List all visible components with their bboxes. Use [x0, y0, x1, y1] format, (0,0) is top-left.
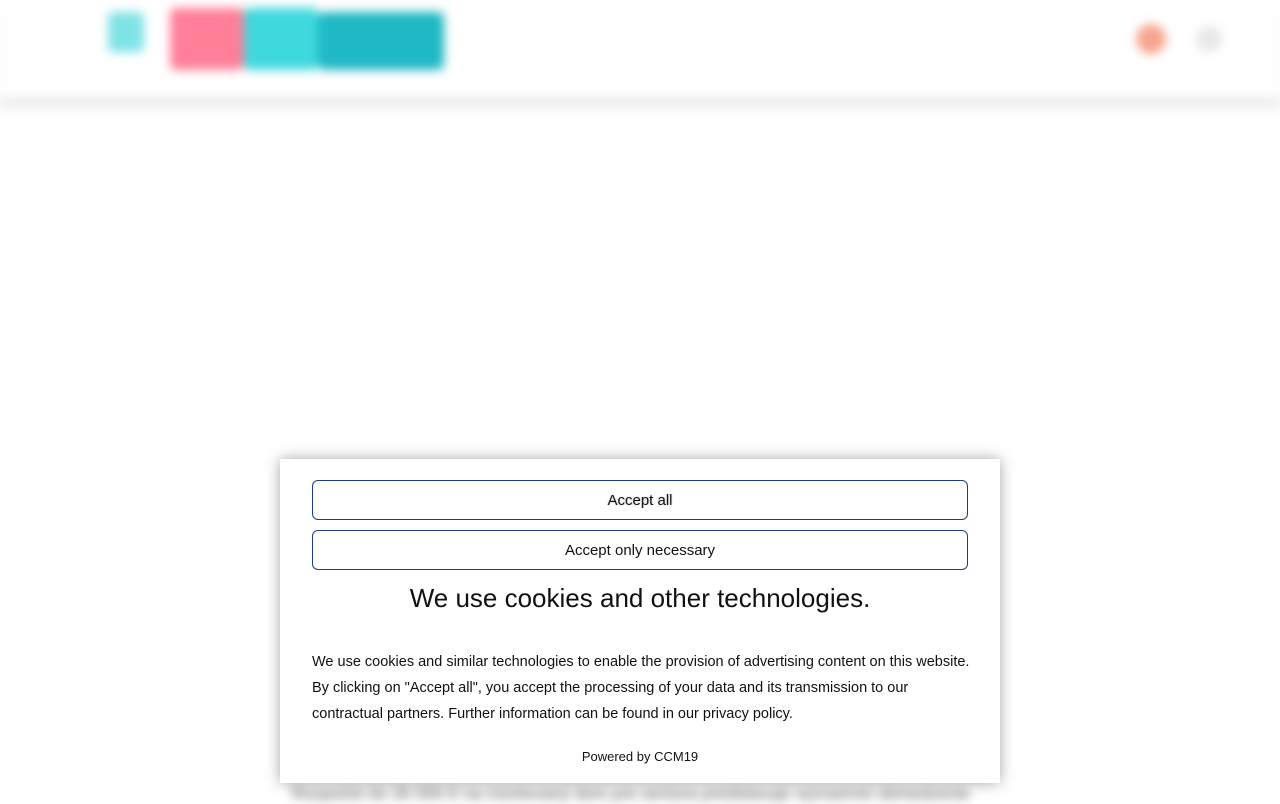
- accept-all-button[interactable]: Accept all: [312, 480, 968, 520]
- logo-block: [244, 8, 318, 70]
- article-paragraph: [292, 214, 1032, 240]
- logo-block: [170, 8, 244, 70]
- cookie-consent-dialog: Accept all Accept only necessary We use …: [280, 459, 1000, 783]
- article-visible-line: Rozpočet do 30 000 € na montovaný dom pr…: [292, 784, 970, 803]
- powered-by-link[interactable]: Powered by CCM19: [280, 749, 1000, 764]
- site-header: [0, 0, 1280, 101]
- cookie-dialog-text: We use cookies and similar technologies …: [312, 654, 970, 722]
- article: [262, 150, 1032, 366]
- logo-block: [108, 12, 144, 52]
- accept-necessary-button[interactable]: Accept only necessary: [312, 530, 968, 570]
- article-title: [262, 150, 922, 178]
- article-paragraph: [292, 290, 1032, 316]
- cookie-dialog-title: We use cookies and other technologies.: [409, 583, 871, 613]
- user-icon[interactable]: [1136, 24, 1166, 54]
- logo-block: [318, 12, 444, 70]
- menu-icon[interactable]: [1196, 26, 1222, 52]
- site-logo[interactable]: [108, 8, 444, 70]
